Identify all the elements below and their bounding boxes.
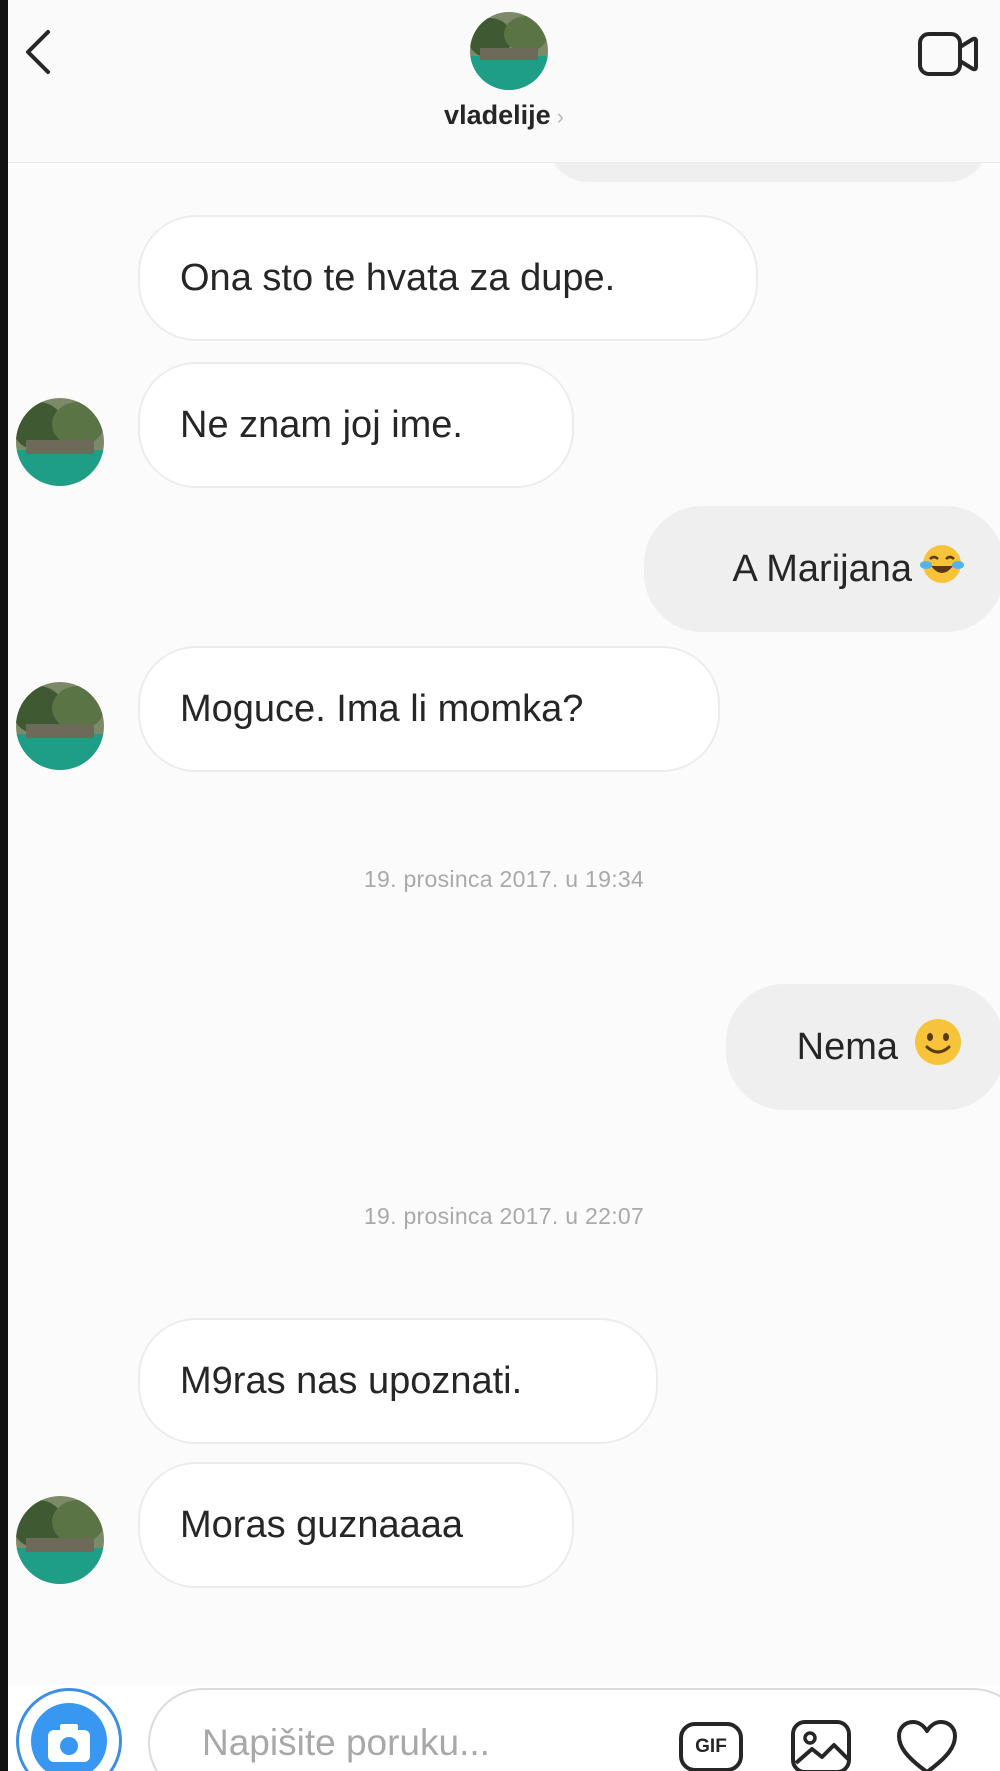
- outgoing-message[interactable]: Nema: [726, 984, 1000, 1110]
- chat-header: vladelije ›: [8, 0, 1000, 163]
- gallery-button[interactable]: [786, 1712, 856, 1771]
- heart-icon: [897, 1720, 957, 1771]
- incoming-message[interactable]: Moras guznaaaa: [138, 1462, 574, 1588]
- message-text: Ne znam joj ime.: [180, 403, 463, 446]
- incoming-message[interactable]: Ona sto te hvata za dupe.: [138, 215, 758, 341]
- avatar-image: [470, 12, 548, 90]
- message-input[interactable]: Napišite poruku...: [202, 1722, 490, 1764]
- tears-of-joy-emoji: [920, 542, 964, 596]
- chat-username[interactable]: vladelije ›: [8, 100, 1000, 131]
- like-button[interactable]: [892, 1712, 962, 1771]
- timestamp: 19. prosinca 2017. u 22:07: [363, 1203, 645, 1229]
- incoming-message[interactable]: Moguce. Ima li momka?: [138, 646, 720, 772]
- back-chevron-icon: [26, 30, 50, 74]
- smiling-emoji: [912, 1016, 964, 1078]
- gif-button[interactable]: GIF: [676, 1712, 746, 1771]
- camera-icon: [48, 1724, 90, 1762]
- chevron-right-icon: ›: [556, 104, 564, 129]
- back-button[interactable]: [18, 22, 58, 82]
- video-call-button[interactable]: [916, 22, 980, 86]
- message-text: Moras guznaaaa: [180, 1503, 464, 1546]
- message-text: A Marijana: [732, 547, 912, 590]
- timestamp: 19. prosinca 2017. u 19:34: [363, 866, 645, 892]
- outgoing-message[interactable]: A Marijana: [644, 506, 1000, 632]
- avatar-image: [16, 682, 104, 770]
- sender-avatar[interactable]: [16, 682, 104, 770]
- username-text: vladelije: [444, 100, 551, 130]
- header-avatar[interactable]: [470, 12, 548, 90]
- incoming-message[interactable]: M9ras nas upoznati.: [138, 1318, 658, 1444]
- incoming-message[interactable]: Ne znam joj ime.: [138, 362, 574, 488]
- message-text: Ona sto te hvata za dupe.: [180, 256, 616, 299]
- message-text: Nema: [796, 1025, 898, 1068]
- sender-avatar[interactable]: [16, 398, 104, 486]
- camera-button[interactable]: [16, 1688, 122, 1771]
- gif-label: GIF: [695, 1736, 727, 1757]
- video-call-icon: [918, 32, 978, 76]
- avatar-image: [16, 1496, 104, 1584]
- gallery-icon: [791, 1720, 851, 1771]
- message-text: Moguce. Ima li momka?: [180, 687, 584, 730]
- chat-screen: vladelije › Ona sto te hvata za dupe. Ne …: [8, 0, 1000, 1771]
- sender-avatar[interactable]: [16, 1496, 104, 1584]
- message-text: M9ras nas upoznati.: [180, 1359, 523, 1402]
- avatar-image: [16, 398, 104, 486]
